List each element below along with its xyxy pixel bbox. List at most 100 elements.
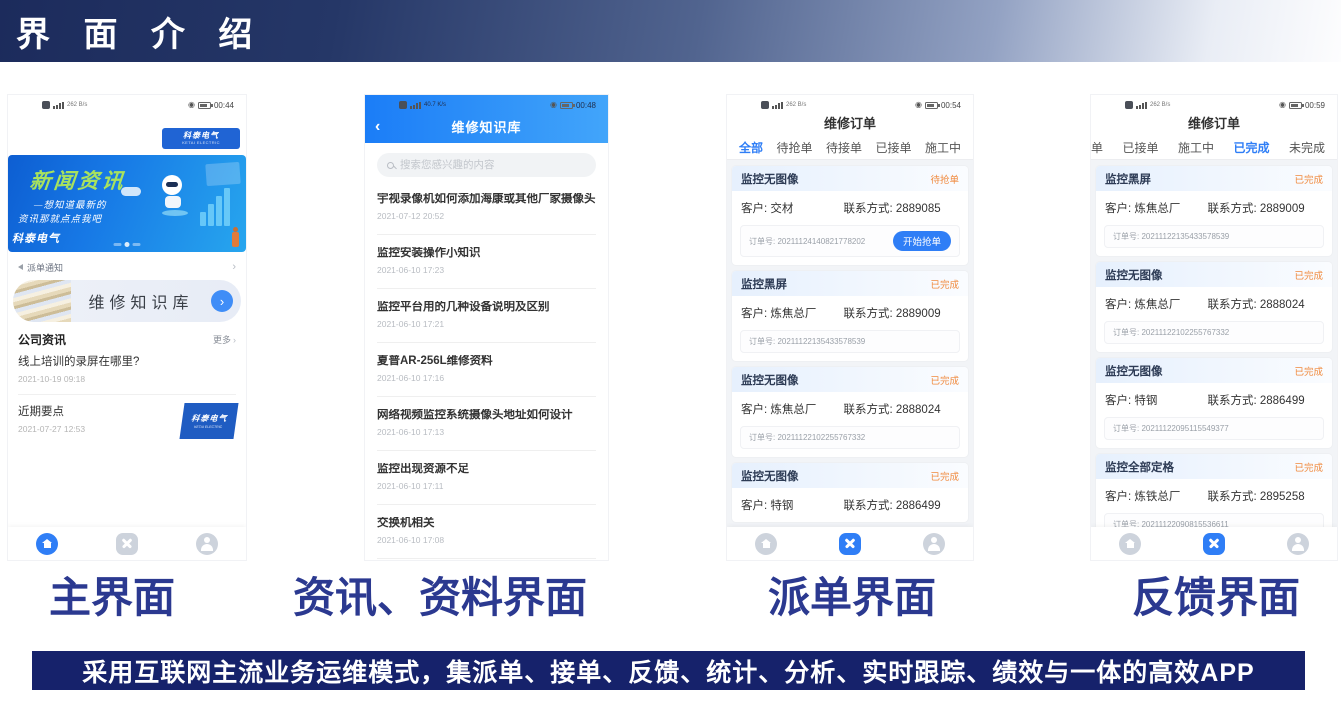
order-card[interactable]: 监控无图像 已完成 客户: 炼焦总厂 联系方式: 2888024 订单号: 20… bbox=[1096, 262, 1332, 352]
tab-to-accept[interactable]: 接单 bbox=[1091, 139, 1103, 156]
thumb-brand-en: KETAI ELECTRIC bbox=[194, 425, 223, 429]
contact: 联系方式: 2889085 bbox=[843, 200, 940, 216]
knowledge-base-card[interactable]: 维修知识库 › bbox=[13, 280, 241, 322]
news-title: 线上培训的录屏在哪里? bbox=[18, 353, 236, 369]
company-news-header: 公司资讯 更多 › bbox=[18, 331, 236, 348]
network-speed: 262 B/s bbox=[67, 102, 87, 108]
dispatch-notice-row[interactable]: 派单通知 › bbox=[8, 258, 246, 276]
knowledge-item[interactable]: 监控出现资源不足 2021-06-10 17:11 bbox=[377, 451, 596, 505]
knowledge-item[interactable]: 网络视频监控系统摄像头地址如何设计 2021-06-10 17:13 bbox=[377, 397, 596, 451]
order-card-body: 客户: 交材 联系方式: 2889085 bbox=[732, 191, 968, 225]
app-header: 40.7 K/s ◉ 00:48 ‹ 维修知识库 bbox=[365, 95, 608, 143]
knowledge-item[interactable]: 夏普AR-256L维修资料 2021-06-10 17:16 bbox=[377, 343, 596, 397]
order-card-body: 客户: 炼焦总厂 联系方式: 2889009 bbox=[1096, 191, 1332, 225]
tools-icon[interactable] bbox=[1203, 533, 1225, 555]
dispatch-notice-label: 派单通知 bbox=[27, 261, 63, 274]
tools-icon[interactable] bbox=[116, 533, 138, 555]
news-list-item[interactable]: 线上培训的录屏在哪里? 2021-10-19 09:18 bbox=[18, 353, 236, 395]
battery-icon bbox=[198, 102, 211, 109]
search-icon bbox=[387, 162, 394, 169]
screenshot-icon bbox=[1125, 101, 1133, 109]
knowledge-title: 监控出现资源不足 bbox=[377, 463, 596, 476]
eye-icon: ◉ bbox=[915, 101, 922, 109]
arrow-circle-icon[interactable]: › bbox=[211, 290, 233, 312]
knowledge-title: 网络视频监控系统摄像头地址如何设计 bbox=[377, 409, 596, 422]
person-icon[interactable] bbox=[923, 533, 945, 555]
tab-accepted[interactable]: 已接单 bbox=[875, 139, 911, 156]
contact: 联系方式: 2886499 bbox=[843, 497, 940, 513]
search-input[interactable] bbox=[400, 159, 586, 171]
order-card[interactable]: 监控无图像 已完成 客户: 炼焦总厂 联系方式: 2888024 订单号: 20… bbox=[732, 367, 968, 457]
tab-all[interactable]: 全部 bbox=[739, 139, 763, 156]
status-bar: 262 B/s ◉ 00:44 bbox=[8, 95, 246, 112]
order-card-body: 客户: 炼铁总厂 联系方式: 2895258 bbox=[1096, 479, 1332, 513]
order-card[interactable]: 监控无图像 待抢单 客户: 交材 联系方式: 2889085 订单号: 2021… bbox=[732, 166, 968, 265]
person-icon[interactable] bbox=[196, 533, 218, 555]
banner-slogan-line2: 资讯那就点点我吧 bbox=[18, 211, 102, 225]
customer: 客户: 特钢 bbox=[1105, 392, 1207, 408]
home-icon[interactable] bbox=[1119, 533, 1141, 555]
tab-uncompleted[interactable]: 未完成 bbox=[1289, 139, 1325, 156]
tab-accepted[interactable]: 已接单 bbox=[1122, 139, 1158, 156]
person-icon[interactable] bbox=[1287, 533, 1309, 555]
knowledge-item[interactable]: 监控平台用的几种设备说明及区别 2021-06-10 17:21 bbox=[377, 289, 596, 343]
contact: 联系方式: 2888024 bbox=[843, 401, 940, 417]
brand-name-en: KETAI ELECTRIC bbox=[182, 141, 220, 145]
order-card[interactable]: 监控无图像 已完成 客户: 特钢 联系方式: 2886499 订单号: 2021… bbox=[1096, 358, 1332, 448]
banner-bar-chart bbox=[200, 188, 230, 226]
status-bar: 262 B/s ◉ 00:59 bbox=[1091, 95, 1337, 112]
news-thumbnail-logo: 科泰电气 KETAI ELECTRIC bbox=[179, 403, 238, 439]
home-icon[interactable] bbox=[755, 533, 777, 555]
order-number: 订单号: 20211122102255767332 bbox=[1113, 327, 1229, 338]
order-card-header: 监控黑屏 已完成 bbox=[732, 271, 968, 296]
news-title: 近期要点 bbox=[18, 403, 85, 419]
status-badge: 已完成 bbox=[1294, 364, 1323, 378]
chevron-right-icon: › bbox=[232, 261, 236, 273]
knowledge-date: 2021-06-10 17:23 bbox=[377, 266, 596, 275]
knowledge-date: 2021-06-10 17:13 bbox=[377, 428, 596, 437]
knowledge-item[interactable]: 宇视录像机如何添加海康或其他厂家摄像头 2021-07-12 20:52 bbox=[377, 181, 596, 235]
tools-icon[interactable] bbox=[839, 533, 861, 555]
phone-screen-knowledge: 40.7 K/s ◉ 00:48 ‹ 维修知识库 宇视录像机如何添加海康或其他厂… bbox=[365, 95, 608, 560]
tab-in-progress[interactable]: 施工中 bbox=[925, 139, 961, 156]
order-card[interactable]: 监控无图像 已完成 客户: 特钢 联系方式: 2886499 bbox=[732, 463, 968, 522]
contact: 联系方式: 2886499 bbox=[1207, 392, 1304, 408]
bottom-nav bbox=[8, 527, 246, 560]
fault-title: 监控黑屏 bbox=[1105, 171, 1151, 187]
back-button[interactable]: ‹ bbox=[375, 119, 380, 135]
signal-icon bbox=[410, 101, 421, 109]
knowledge-item[interactable]: 交换机相关 2021-06-10 17:08 bbox=[377, 505, 596, 559]
status-right: ◉ 00:54 bbox=[915, 101, 961, 110]
tab-to-accept[interactable]: 待接单 bbox=[826, 139, 862, 156]
tab-in-progress[interactable]: 施工中 bbox=[1178, 139, 1214, 156]
order-card[interactable]: 监控黑屏 已完成 客户: 炼焦总厂 联系方式: 2889009 订单号: 202… bbox=[1096, 166, 1332, 256]
screenshot-icon bbox=[761, 101, 769, 109]
tab-completed[interactable]: 已完成 bbox=[1233, 139, 1269, 156]
knowledge-title: 夏普AR-256L维修资料 bbox=[377, 355, 596, 368]
signal-icon bbox=[772, 101, 783, 109]
status-time: 00:59 bbox=[1305, 101, 1325, 110]
screenshot-icon bbox=[42, 101, 50, 109]
status-badge: 已完成 bbox=[1294, 460, 1323, 474]
bottom-nav bbox=[727, 527, 973, 560]
knowledge-date: 2021-06-10 17:11 bbox=[377, 482, 596, 491]
order-number-row: 订单号: 20211122135433578539 bbox=[1104, 225, 1324, 248]
knowledge-item[interactable]: 常用网络架构 2021-06-10 16:58 bbox=[377, 559, 596, 560]
tab-to-grab[interactable]: 待抢单 bbox=[776, 139, 812, 156]
knowledge-item[interactable]: 监控安装操作小知识 2021-06-10 17:23 bbox=[377, 235, 596, 289]
more-label: 更多 bbox=[213, 333, 231, 346]
news-list-item[interactable]: 近期要点 2021-07-27 12:53 科泰电气 KETAI ELECTRI… bbox=[18, 403, 236, 439]
order-number-row: 订单号: 20211122135433578539 bbox=[740, 330, 960, 353]
order-card-header: 监控全部定格 已完成 bbox=[1096, 454, 1332, 479]
more-link[interactable]: 更多 › bbox=[213, 333, 236, 346]
search-bar[interactable] bbox=[377, 153, 596, 177]
signal-icon bbox=[1136, 101, 1147, 109]
battery-icon bbox=[925, 102, 938, 109]
news-carousel-banner[interactable]: 新闻资讯 —想知道最新的 资讯那就点点我吧 科泰电气 bbox=[8, 155, 246, 252]
grab-order-button[interactable]: 开始抢单 bbox=[893, 231, 951, 251]
knowledge-date: 2021-06-10 17:16 bbox=[377, 374, 596, 383]
order-card[interactable]: 监控黑屏 已完成 客户: 炼焦总厂 联系方式: 2889009 订单号: 202… bbox=[732, 271, 968, 361]
brand-logo-badge: 科泰电气 KETAI ELECTRIC bbox=[162, 128, 240, 149]
home-icon[interactable] bbox=[36, 533, 58, 555]
customer: 客户: 炼焦总厂 bbox=[741, 401, 843, 417]
